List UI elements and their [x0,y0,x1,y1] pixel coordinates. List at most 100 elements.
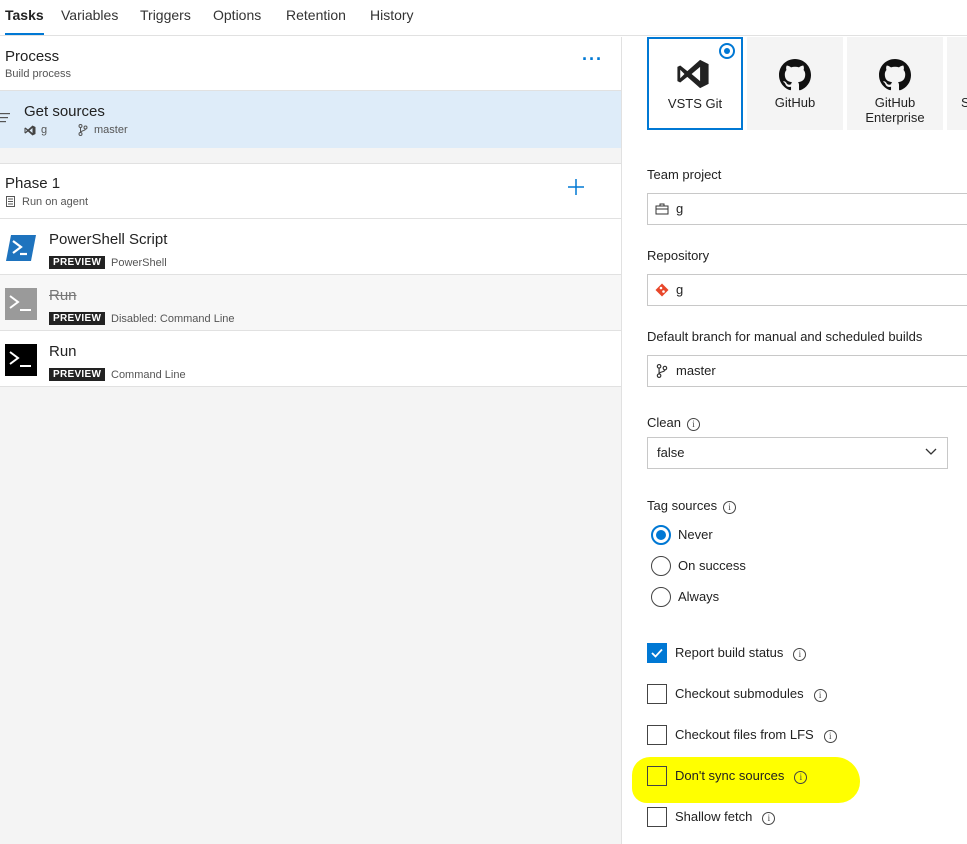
clean-label-text: Clean [647,415,681,430]
git-repo-icon [655,283,669,297]
checkbox-label-text: Checkout submodules [675,686,804,701]
repo-type-github[interactable]: GitHub [747,37,843,130]
clean-value: false [657,445,685,460]
pipeline-task-list: Process Build process ··· Get sources g … [0,37,622,844]
repo-type-label: S [961,95,967,110]
tab-triggers[interactable]: Triggers [140,7,191,23]
briefcase-icon [655,203,669,215]
checkbox-label: Checkout submodules i [675,686,827,702]
get-sources-row[interactable]: Get sources g master [0,91,621,148]
vsts-icon [24,125,36,136]
repository-field[interactable]: g [647,274,967,306]
team-project-field[interactable]: g [647,193,967,225]
default-branch-field[interactable]: master [647,355,967,387]
get-sources-repo: g [41,124,48,136]
checkbox-label: Report build status i [675,645,807,661]
task-subtitle: Disabled: Command Line [111,313,235,325]
checkbox-box [647,766,667,786]
task-title: PowerShell Script [49,231,168,248]
task-title: Run [49,287,77,304]
radio-circle [651,525,671,545]
get-sources-settings: VSTS Git GitHub GitHub Enterprise S Team… [623,37,967,844]
default-branch-label: Default branch for manual and scheduled … [647,329,923,344]
info-icon[interactable]: i [723,501,737,514]
add-task-icon[interactable] [567,178,585,196]
preview-badge: PREVIEW [49,368,106,381]
chevron-down-icon [925,448,937,455]
checkbox-label-text: Don't sync sources [675,768,785,783]
tab-options[interactable]: Options [213,7,261,23]
selected-radio-icon [719,43,735,59]
preview-badge: PREVIEW [49,312,106,325]
info-icon[interactable]: i [686,418,700,431]
command-line-icon [5,344,37,376]
team-project-label: Team project [647,167,722,182]
github-icon [779,59,811,91]
task-run-disabled[interactable]: Run PREVIEW Disabled: Command Line [0,275,621,331]
radio-circle [651,556,671,576]
phase-row[interactable]: Phase 1 Run on agent [0,163,621,219]
checkbox-label: Don't sync sources i [675,768,808,784]
clean-dropdown[interactable]: false [647,437,948,469]
command-line-icon [5,288,37,320]
branch-icon [656,364,668,378]
checkbox-box [647,643,667,663]
tab-variables[interactable]: Variables [61,7,118,23]
checkbox-label: Checkout files from LFS i [675,727,837,743]
more-options-icon[interactable]: ··· [582,49,603,70]
tag-sources-label: Tag sources i [647,498,737,514]
repo-type-more[interactable]: S [947,37,967,130]
process-subtitle: Build process [5,68,72,80]
process-row[interactable]: Process Build process ··· [0,37,621,91]
checkmark-icon [651,648,663,658]
task-powershell[interactable]: PowerShell Script PREVIEW PowerShell [0,219,621,275]
get-sources-branch: master [94,124,128,136]
get-sources-title: Get sources [24,103,105,120]
checkbox-label-text: Shallow fetch [675,809,753,824]
github-icon [879,59,911,91]
task-run[interactable]: Run PREVIEW Command Line [0,331,621,387]
info-icon[interactable]: i [794,771,808,784]
radio-label: Never [678,527,713,542]
task-subtitle: PowerShell [111,257,167,269]
powershell-icon [6,235,36,261]
repo-type-label: GitHub Enterprise [865,95,925,125]
repo-type-vsts-git[interactable]: VSTS Git [647,37,743,130]
process-title: Process [5,48,60,65]
tag-sources-label-text: Tag sources [647,498,718,513]
info-icon[interactable]: i [793,648,807,661]
repository-value: g [676,282,684,297]
team-project-value: g [676,201,684,216]
info-icon[interactable]: i [813,689,827,702]
vsts-icon [677,59,709,89]
tab-history[interactable]: History [370,7,414,23]
tab-bar: Tasks Variables Triggers Options Retenti… [0,0,967,36]
checkbox-box [647,807,667,827]
checkbox-box [647,684,667,704]
task-title: Run [49,343,77,360]
clean-label: Clean i [647,415,700,431]
default-branch-value: master [676,363,716,378]
checkbox-label: Shallow fetch i [675,809,776,825]
tab-retention[interactable]: Retention [286,7,346,23]
sources-list-icon [0,113,10,123]
repo-type-label: GitHub [774,95,816,110]
checkbox-box [647,725,667,745]
info-icon[interactable]: i [762,812,776,825]
preview-badge: PREVIEW [49,256,106,269]
checkbox-label-text: Report build status [675,645,784,660]
info-icon[interactable]: i [823,730,837,743]
radio-circle [651,587,671,607]
repo-type-label: VSTS Git [667,96,723,111]
checkbox-label-text: Checkout files from LFS [675,727,814,742]
task-subtitle: Command Line [111,369,186,381]
agent-icon [6,196,15,207]
branch-icon [78,124,88,136]
repo-type-github-enterprise[interactable]: GitHub Enterprise [847,37,943,130]
phase-title: Phase 1 [5,175,61,192]
radio-label: Always [678,589,720,604]
phase-subtitle: Run on agent [22,196,89,208]
repository-label: Repository [647,248,710,263]
radio-label: On success [678,558,746,573]
tab-tasks[interactable]: Tasks [5,7,44,35]
